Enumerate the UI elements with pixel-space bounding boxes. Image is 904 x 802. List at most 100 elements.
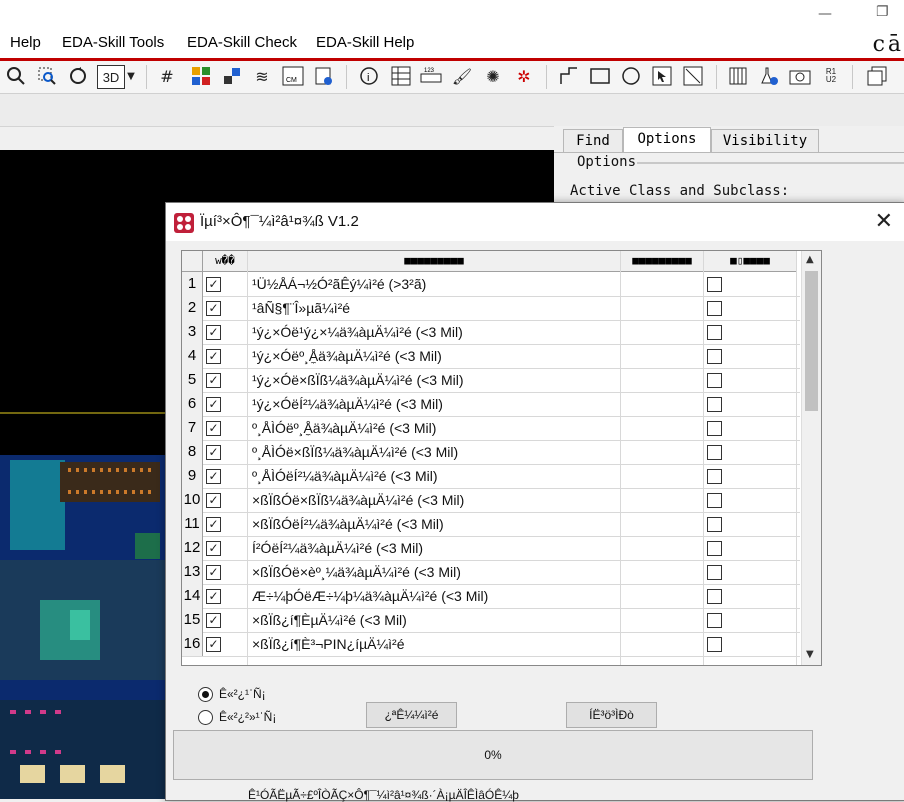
unhighlight-icon[interactable]: ✲ (513, 65, 535, 87)
chevron-down-icon[interactable]: ▼ (124, 65, 138, 87)
row-select-checkbox[interactable] (707, 589, 722, 604)
view-3d-button[interactable]: 3D (97, 65, 125, 89)
col-header-w[interactable]: w�� (203, 251, 248, 272)
row-enable-checkbox[interactable]: ✓ (206, 397, 221, 412)
highlight-icon[interactable]: ✺ (482, 65, 504, 87)
row-select-checkbox[interactable] (707, 421, 722, 436)
table-row[interactable]: 5 ✓ ¹ý¿×Óë×ßÏß¼ä¾àµÄ¼ì²é (<3 Mil) (182, 368, 800, 393)
spreadsheet-icon[interactable] (727, 65, 749, 87)
row-enable-checkbox[interactable]: ✓ (206, 517, 221, 532)
table-row[interactable]: 16 ✓ ×ßÏß¿í¶È³¬PIN¿íµÄ¼ì²é (182, 632, 800, 657)
grid-scrollbar[interactable]: ▲ ▼ (801, 251, 821, 665)
tab-visibility[interactable]: Visibility (711, 129, 819, 152)
row-enable-checkbox[interactable]: ✓ (206, 301, 221, 316)
zoom-fit-icon[interactable] (5, 65, 27, 87)
row-select-checkbox[interactable] (707, 517, 722, 532)
menu-eda-skill-tools[interactable]: EDA-Skill Tools (62, 34, 164, 51)
scroll-up-icon[interactable]: ▲ (806, 254, 814, 265)
row-select-checkbox[interactable] (707, 349, 722, 364)
row-enable-checkbox[interactable]: ✓ (206, 373, 221, 388)
table-row[interactable]: 1 ✓ ¹Ü½ÅÁ¬½Ó²ãÊý¼ì²é (>3²ã) (182, 272, 800, 297)
line-icon[interactable] (558, 65, 580, 87)
row-select-checkbox[interactable] (707, 325, 722, 340)
setup-icon[interactable] (313, 65, 335, 87)
scroll-thumb[interactable] (805, 271, 818, 411)
row-enable-checkbox[interactable]: ✓ (206, 565, 221, 580)
row-select-checkbox[interactable] (707, 541, 722, 556)
exit-button[interactable]: ÍË³ö³ÌÐò (566, 702, 657, 728)
brush-icon[interactable]: 🖌 (451, 65, 473, 87)
select-icon[interactable] (651, 65, 673, 87)
row-select-checkbox[interactable] (707, 373, 722, 388)
row-enable-checkbox[interactable]: ✓ (206, 421, 221, 436)
row-enable-checkbox[interactable]: ✓ (206, 493, 221, 508)
row-enable-checkbox[interactable]: ✓ (206, 445, 221, 460)
rect-icon[interactable] (589, 65, 611, 87)
menu-eda-skill-check[interactable]: EDA-Skill Check (187, 34, 297, 51)
slope-icon[interactable] (682, 65, 704, 87)
row-select-checkbox[interactable] (707, 445, 722, 460)
table-row[interactable]: 14 ✓ Æ÷¼þÓëÆ÷¼þ¼ä¾àµÄ¼ì²é (<3 Mil) (182, 584, 800, 609)
circle-icon[interactable] (620, 65, 642, 87)
row-select-checkbox[interactable] (707, 277, 722, 292)
table-row[interactable]: 11 ✓ ×ßÏßÓëÍ²¼ä¾àµÄ¼ì²é (<3 Mil) (182, 512, 800, 537)
row-select-checkbox[interactable] (707, 565, 722, 580)
flask-icon[interactable] (758, 65, 780, 87)
minimize-button[interactable]: — (818, 6, 832, 22)
row-enable-checkbox[interactable]: ✓ (206, 613, 221, 628)
row-enable-checkbox[interactable]: ✓ (206, 541, 221, 556)
menu-help[interactable]: Help (10, 34, 41, 51)
table-row[interactable]: 3 ✓ ¹ý¿×Óë¹ý¿×¼ä¾àµÄ¼ì²é (<3 Mil) (182, 320, 800, 345)
tab-find[interactable]: Find (563, 129, 623, 152)
layers-icon[interactable] (221, 65, 243, 87)
table-row[interactable]: 2 ✓ ¹âÑ§¶¨Î»µã¼ì²é (182, 296, 800, 321)
row-select-checkbox[interactable] (707, 301, 722, 316)
redraw-icon[interactable] (67, 65, 89, 87)
table-row[interactable]: 4 ✓ ¹ý¿×Óëº¸Å̼ä¾àµÄ¼ì²é (<3 Mil) (182, 344, 800, 369)
row-enable-checkbox[interactable]: ✓ (206, 469, 221, 484)
units-icon[interactable]: CM (282, 65, 304, 87)
radio-select-all[interactable] (198, 687, 213, 702)
scroll-down-icon[interactable]: ▼ (806, 649, 814, 660)
row-select-checkbox[interactable] (707, 613, 722, 628)
check-item-name: ×ßÏßÓë×èº¸¼ä¾àµÄ¼ì²é (<3 Mil) (252, 564, 461, 580)
row-enable-checkbox[interactable]: ✓ (206, 589, 221, 604)
table-row[interactable]: 8 ✓ º¸ÅÌÓë×ßÏß¼ä¾àµÄ¼ì²é (<3 Mil) (182, 440, 800, 465)
table-row[interactable]: 12 ✓ Í²ÓëÍ²¼ä¾àµÄ¼ì²é (<3 Mil) (182, 536, 800, 561)
check-item-name: º¸ÅÌÓë×ßÏß¼ä¾àµÄ¼ì²é (<3 Mil) (252, 444, 459, 460)
close-icon[interactable]: ✕ (875, 209, 893, 234)
color-icon[interactable] (190, 65, 212, 87)
radio-select-none[interactable] (198, 710, 213, 725)
table-row[interactable]: 13 ✓ ×ßÏßÓë×èº¸¼ä¾àµÄ¼ì²é (<3 Mil) (182, 560, 800, 585)
check-item-name: Æ÷¼þÓëÆ÷¼þ¼ä¾àµÄ¼ì²é (<3 Mil) (252, 588, 489, 604)
restore-button[interactable]: ❐ (876, 4, 889, 20)
info-icon[interactable]: i (358, 65, 380, 87)
table-row[interactable]: 9 ✓ º¸ÅÌÓëÍ²¼ä¾àµÄ¼ì²é (<3 Mil) (182, 464, 800, 489)
ruler-icon[interactable]: 123 (420, 65, 442, 87)
col-header-result[interactable]: ■■■■■■■■■ (621, 251, 704, 272)
row-enable-checkbox[interactable]: ✓ (206, 637, 221, 652)
table-row[interactable]: 7 ✓ º¸ÅÌÓëº¸Å̼ä¾àµÄ¼ì²é (<3 Mil) (182, 416, 800, 441)
col-header-select[interactable]: ■▯■■■■ (704, 251, 797, 272)
zoom-select-icon[interactable] (36, 65, 58, 87)
table-row[interactable]: 15 ✓ ×ßÏß¿í¶ÈµÄ¼ì²é (<3 Mil) (182, 608, 800, 633)
table-icon[interactable] (390, 65, 412, 87)
row-enable-checkbox[interactable]: ✓ (206, 277, 221, 292)
refdes-icon[interactable]: R1 U2 (820, 65, 842, 87)
row-enable-checkbox[interactable]: ✓ (206, 349, 221, 364)
table-row[interactable]: 10 ✓ ×ßÏßÓë×ßÏß¼ä¾àµÄ¼ì²é (<3 Mil) (182, 488, 800, 513)
col-header-name[interactable]: ■■■■■■■■■ (248, 251, 621, 272)
stack-icon[interactable]: ≋ (251, 65, 273, 87)
grid-icon[interactable]: # (156, 65, 178, 87)
row-select-checkbox[interactable] (707, 469, 722, 484)
menu-eda-skill-help[interactable]: EDA-Skill Help (316, 34, 414, 51)
table-row[interactable]: 6 ✓ ¹ý¿×ÓëÍ²¼ä¾àµÄ¼ì²é (<3 Mil) (182, 392, 800, 417)
camera-icon[interactable] (789, 65, 811, 87)
row-select-checkbox[interactable] (707, 637, 722, 652)
row-select-checkbox[interactable] (707, 397, 722, 412)
start-check-button[interactable]: ¿ªÊ¼¼ì²é (366, 702, 457, 728)
tab-options[interactable]: Options (623, 127, 711, 152)
window-icon[interactable] (866, 65, 888, 87)
row-enable-checkbox[interactable]: ✓ (206, 325, 221, 340)
row-select-checkbox[interactable] (707, 493, 722, 508)
